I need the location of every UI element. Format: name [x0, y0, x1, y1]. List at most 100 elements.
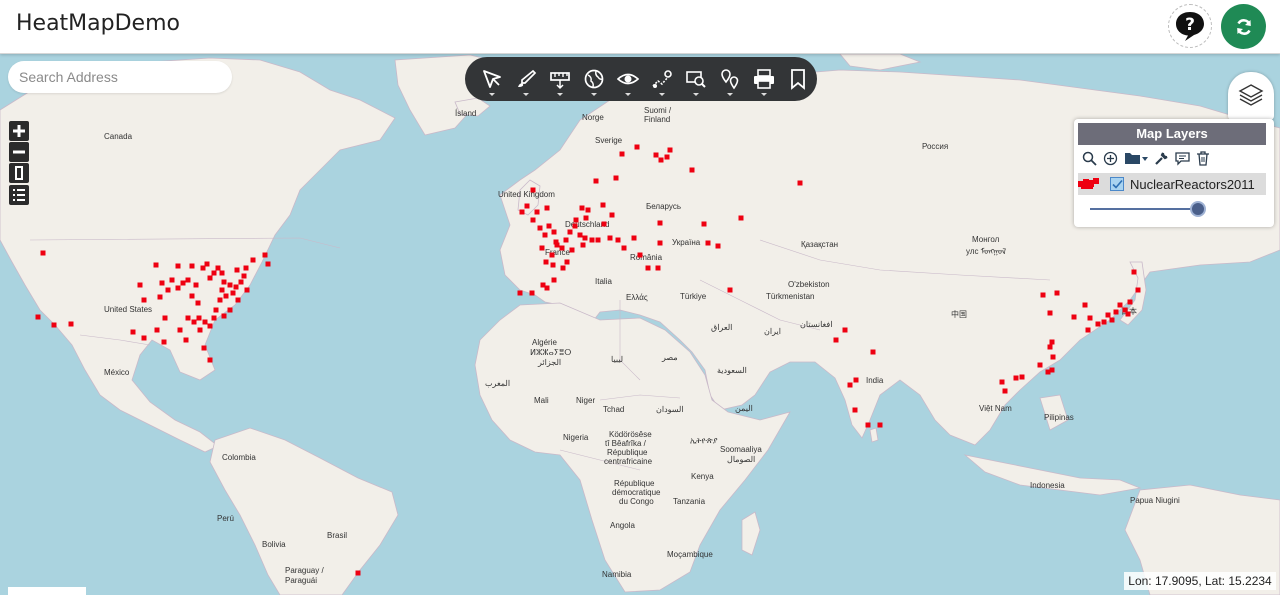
- reactor-marker[interactable]: [657, 220, 663, 226]
- refresh-button[interactable]: [1221, 4, 1266, 49]
- reactor-marker[interactable]: [241, 273, 247, 279]
- reactor-marker[interactable]: [689, 167, 695, 173]
- search-icon[interactable]: [1082, 151, 1097, 166]
- reactor-marker[interactable]: [1013, 375, 1019, 381]
- reactor-marker[interactable]: [137, 282, 143, 288]
- reactor-marker[interactable]: [797, 180, 803, 186]
- reactor-marker[interactable]: [539, 245, 545, 251]
- reactor-marker[interactable]: [738, 215, 744, 221]
- reactor-marker[interactable]: [569, 247, 575, 253]
- reactor-marker[interactable]: [235, 297, 241, 303]
- reactor-marker[interactable]: [1019, 374, 1025, 380]
- reactor-marker[interactable]: [223, 293, 229, 299]
- reactor-marker[interactable]: [243, 265, 249, 271]
- reactor-marker[interactable]: [1109, 317, 1115, 323]
- comment-icon[interactable]: [1175, 151, 1190, 166]
- reactor-marker[interactable]: [1095, 321, 1101, 327]
- reactor-marker[interactable]: [1125, 311, 1131, 317]
- reactor-marker[interactable]: [634, 144, 640, 150]
- reactor-marker[interactable]: [1050, 354, 1056, 360]
- reactor-marker[interactable]: [559, 245, 565, 251]
- reactor-marker[interactable]: [847, 382, 853, 388]
- reactor-marker[interactable]: [595, 237, 601, 243]
- reactor-marker[interactable]: [715, 243, 721, 249]
- reactor-marker[interactable]: [637, 252, 643, 258]
- reactor-marker[interactable]: [653, 152, 659, 158]
- reactor-marker[interactable]: [1135, 287, 1141, 293]
- reactor-marker[interactable]: [1071, 314, 1077, 320]
- reactor-marker[interactable]: [1047, 310, 1053, 316]
- reactor-marker[interactable]: [165, 287, 171, 293]
- reactor-marker[interactable]: [227, 282, 233, 288]
- reactor-marker[interactable]: [645, 265, 651, 271]
- reactor-marker[interactable]: [244, 287, 250, 293]
- reactor-marker[interactable]: [601, 221, 607, 227]
- reactor-marker[interactable]: [191, 319, 197, 325]
- reactor-marker[interactable]: [141, 297, 147, 303]
- reactor-marker[interactable]: [201, 345, 207, 351]
- draw-tool-button[interactable]: [509, 60, 543, 98]
- reactor-marker[interactable]: [230, 290, 236, 296]
- help-button[interactable]: ?: [1168, 4, 1212, 48]
- reactor-marker[interactable]: [853, 377, 859, 383]
- reactor-marker[interactable]: [1040, 292, 1046, 298]
- reactor-marker[interactable]: [519, 209, 525, 215]
- reactor-marker[interactable]: [204, 261, 210, 267]
- reactor-marker[interactable]: [833, 337, 839, 343]
- layer-row[interactable]: NuclearReactors2011: [1078, 173, 1266, 195]
- reactor-marker[interactable]: [1082, 302, 1088, 308]
- reactor-marker[interactable]: [185, 315, 191, 321]
- reactor-marker[interactable]: [193, 282, 199, 288]
- reactor-marker[interactable]: [233, 284, 239, 290]
- identify-tool-button[interactable]: [679, 60, 713, 98]
- zoom-out-button[interactable]: [9, 142, 29, 162]
- layers-toggle-button[interactable]: [1228, 72, 1274, 120]
- reactor-marker[interactable]: [157, 294, 163, 300]
- reactor-marker[interactable]: [705, 240, 711, 246]
- reactor-marker[interactable]: [517, 290, 523, 296]
- reactor-marker[interactable]: [582, 235, 588, 241]
- reactor-marker[interactable]: [213, 307, 219, 313]
- reactor-marker[interactable]: [207, 323, 213, 329]
- reactor-marker[interactable]: [657, 240, 663, 246]
- trash-icon[interactable]: [1196, 151, 1210, 166]
- reactor-marker[interactable]: [154, 327, 160, 333]
- reactor-marker[interactable]: [551, 277, 557, 283]
- reactor-marker[interactable]: [175, 263, 181, 269]
- reactor-marker[interactable]: [655, 265, 661, 271]
- reactor-marker[interactable]: [162, 315, 168, 321]
- reactor-marker[interactable]: [870, 349, 876, 355]
- reactor-marker[interactable]: [613, 175, 619, 181]
- network-tool-button[interactable]: [577, 60, 611, 98]
- reactor-marker[interactable]: [1131, 269, 1137, 275]
- reactor-marker[interactable]: [1085, 327, 1091, 333]
- folder-icon[interactable]: [1124, 151, 1148, 166]
- reactor-marker[interactable]: [999, 379, 1005, 385]
- reactor-marker[interactable]: [207, 275, 213, 281]
- reactor-marker[interactable]: [175, 285, 181, 291]
- reactor-marker[interactable]: [219, 270, 225, 276]
- slider-handle[interactable]: [1190, 201, 1206, 217]
- reactor-marker[interactable]: [621, 245, 627, 251]
- reactor-marker[interactable]: [215, 265, 221, 271]
- reactor-marker[interactable]: [130, 329, 136, 335]
- reactor-marker[interactable]: [577, 232, 583, 238]
- select-tool-button[interactable]: [475, 60, 509, 98]
- reactor-marker[interactable]: [262, 252, 268, 258]
- reactor-marker[interactable]: [585, 207, 591, 213]
- layer-opacity-slider[interactable]: [1090, 201, 1206, 217]
- reactor-marker[interactable]: [141, 335, 147, 341]
- reactor-marker[interactable]: [583, 215, 589, 221]
- reactor-marker[interactable]: [234, 267, 240, 273]
- reactor-marker[interactable]: [551, 229, 557, 235]
- reactor-marker[interactable]: [195, 300, 201, 306]
- reactor-marker[interactable]: [169, 277, 175, 283]
- zoom-in-button[interactable]: [9, 121, 29, 141]
- reactor-marker[interactable]: [631, 235, 637, 241]
- reactor-marker[interactable]: [573, 217, 579, 223]
- reactor-marker[interactable]: [877, 422, 883, 428]
- fullscreen-button[interactable]: [9, 163, 29, 183]
- reactor-marker[interactable]: [202, 319, 208, 325]
- reactor-marker[interactable]: [68, 321, 74, 327]
- reactor-marker[interactable]: [564, 259, 570, 265]
